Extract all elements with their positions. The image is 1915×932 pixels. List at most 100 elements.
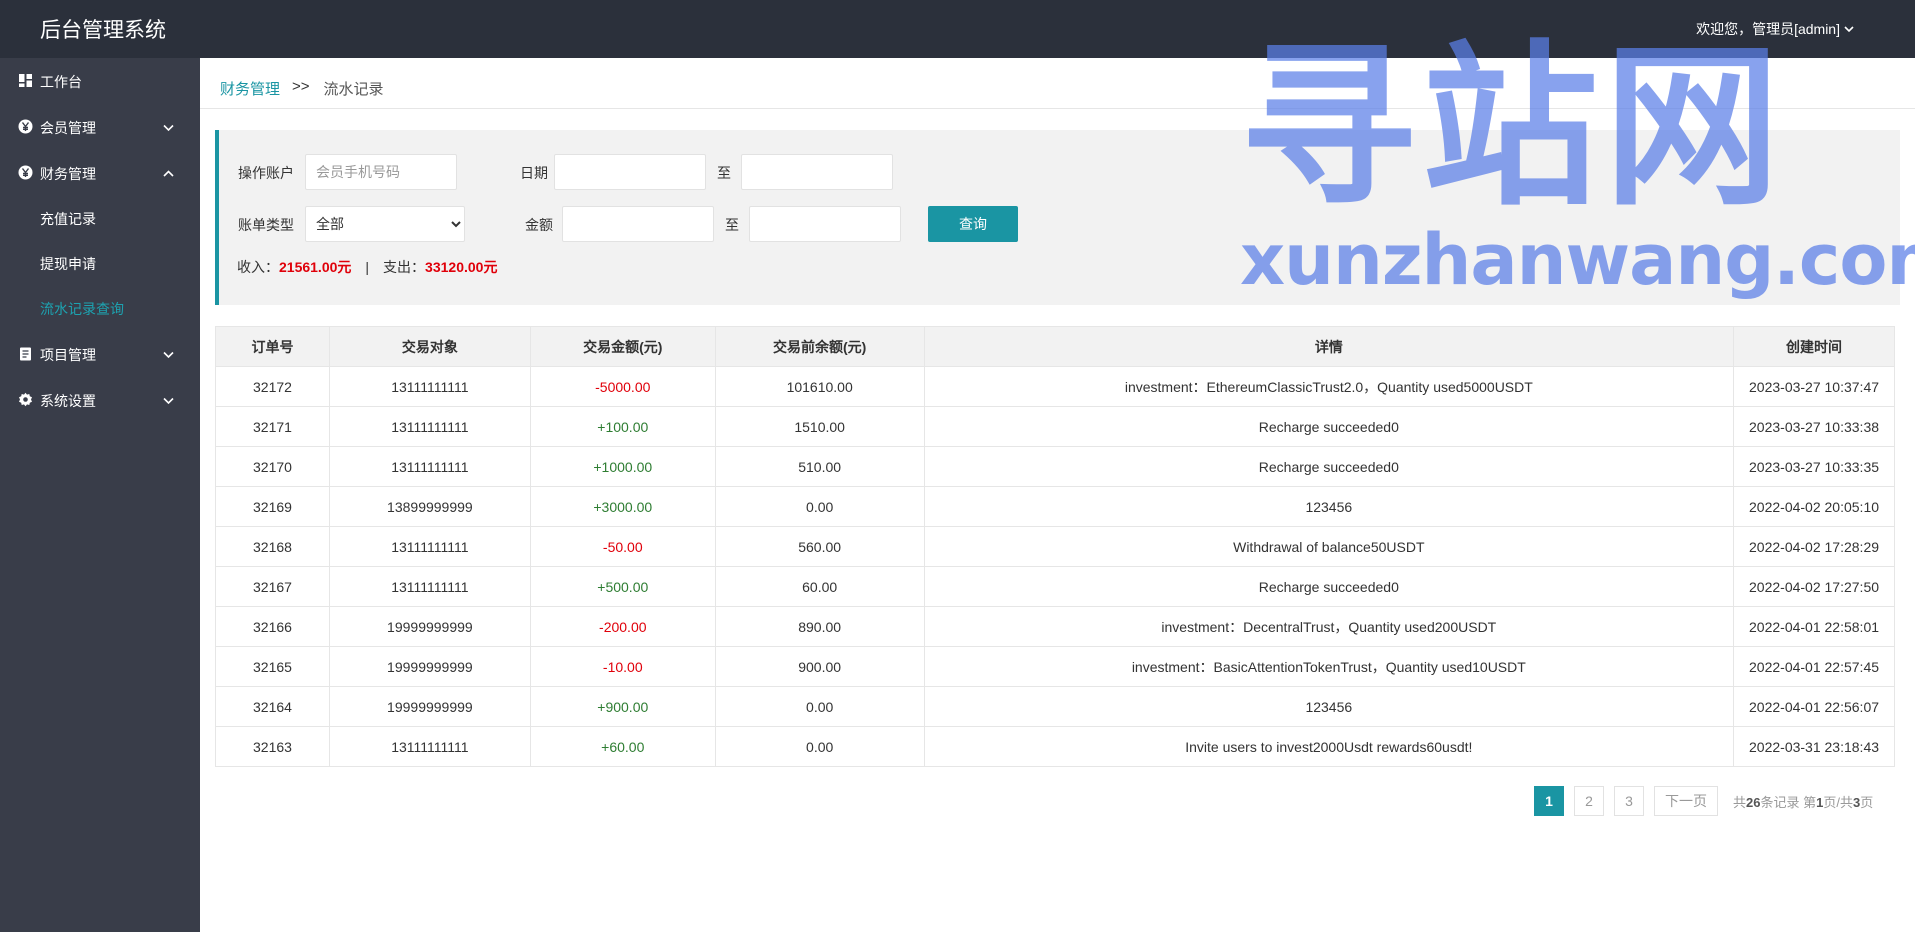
chevron-up-icon <box>163 170 174 177</box>
order-id-cell: 32169 <box>215 486 330 527</box>
bill-type-label: 账单类型 <box>238 217 294 233</box>
balance-before-cell: 60.00 <box>714 566 925 607</box>
order-id-cell: 32165 <box>215 646 330 687</box>
amount-max-input[interactable] <box>749 206 901 242</box>
transaction-table: 订单号 交易对象 交易金额(元) 交易前余额(元) 详情 创建时间 32172 1… <box>215 326 1895 767</box>
detail-cell: investment：BasicAttentionTokenTrust，Quan… <box>923 646 1735 687</box>
amount-label: 金额 <box>525 217 553 233</box>
table-row: 32171 13111111111 +100.00 1510.00 Recharge s… <box>215 406 1895 447</box>
balance-before-cell: 900.00 <box>714 646 925 687</box>
query-button[interactable]: 查询 <box>928 206 1018 242</box>
sidebar-item-projects[interactable]: 项目管理 <box>0 331 200 377</box>
sidebar-subitem-recharge-records[interactable]: 充值记录 <box>0 196 200 241</box>
created-time-cell: 2022-04-02 17:27:50 <box>1733 566 1895 607</box>
date-end-input[interactable] <box>741 154 893 190</box>
sidebar-item-label: 系统设置 <box>40 393 96 409</box>
expense-label: 支出： <box>383 259 426 275</box>
search-panel: 操作账户 日期 至 账单类型 全部 金额 至 查询 收入： 21561.00元 … <box>215 130 1900 305</box>
balance-before-cell: 101610.00 <box>714 366 925 407</box>
order-id-cell: 32172 <box>215 366 330 407</box>
target-cell: 13111111111 <box>328 526 531 567</box>
sidebar-item-label: 财务管理 <box>40 166 96 182</box>
detail-cell: Recharge succeeded0 <box>923 406 1735 447</box>
detail-cell: Invite users to invest2000Usdt rewards60… <box>923 726 1735 767</box>
balance-before-cell: 560.00 <box>714 526 925 567</box>
amount-min-input[interactable] <box>562 206 714 242</box>
breadcrumb-link-finance[interactable]: 财务管理 <box>220 78 280 99</box>
column-header-target: 交易对象 <box>328 326 531 367</box>
sidebar-item-members[interactable]: 会员管理 <box>0 104 200 150</box>
balance-before-cell: 0.00 <box>714 686 925 727</box>
sidebar-subitem-withdraw-requests[interactable]: 提现申请 <box>0 241 200 286</box>
created-time-cell: 2023-03-27 10:33:35 <box>1733 446 1895 487</box>
order-id-cell: 32164 <box>215 686 330 727</box>
top-bar: 后台管理系统 欢迎您，管理员[admin] <box>0 0 1915 58</box>
breadcrumb-current: 流水记录 <box>323 81 384 98</box>
column-header-created-time: 创建时间 <box>1733 326 1895 367</box>
amount-cell: +500.00 <box>529 566 716 607</box>
user-menu-label: 欢迎您，管理员[admin] <box>1696 21 1840 37</box>
created-time-cell: 2022-04-01 22:56:07 <box>1733 686 1895 727</box>
page-button[interactable]: 1 <box>1534 786 1564 816</box>
sidebar-item-finance[interactable]: 财务管理 <box>0 150 200 196</box>
table-row: 32167 13111111111 +500.00 60.00 Recharge suc… <box>215 566 1895 607</box>
detail-cell: Recharge succeeded0 <box>923 446 1735 487</box>
user-menu[interactable]: 欢迎您，管理员[admin] <box>1696 19 1855 39</box>
account-label: 操作账户 <box>238 165 294 181</box>
target-cell: 13111111111 <box>328 446 531 487</box>
target-cell: 13111111111 <box>328 366 531 407</box>
table-row: 32166 19999999999 -200.00 890.00 investment：… <box>215 606 1895 647</box>
detail-cell: 123456 <box>923 686 1735 727</box>
order-id-cell: 32170 <box>215 446 330 487</box>
balance-before-cell: 0.00 <box>714 486 925 527</box>
app-title: 后台管理系统 <box>40 19 166 42</box>
column-header-amount: 交易金额(元) <box>529 326 716 367</box>
bill-type-select[interactable]: 全部 <box>305 206 465 242</box>
pagination-info-prefix: 共 <box>1733 794 1747 810</box>
created-time-cell: 2023-03-27 10:37:47 <box>1733 366 1895 407</box>
table-header-row: 订单号 交易对象 交易金额(元) 交易前余额(元) 详情 创建时间 <box>215 326 1895 367</box>
balance-before-cell: 890.00 <box>714 606 925 647</box>
target-cell: 19999999999 <box>328 646 531 687</box>
pagination-info-suffix: 页 <box>1860 794 1874 810</box>
amount-cell: -200.00 <box>529 606 716 647</box>
column-header-order-id: 订单号 <box>215 326 330 367</box>
order-id-cell: 32166 <box>215 606 330 647</box>
order-id-cell: 32168 <box>215 526 330 567</box>
order-id-cell: 32163 <box>215 726 330 767</box>
detail-cell: investment：EthereumClassicTrust2.0，Quant… <box>923 366 1735 407</box>
sidebar-subitem-transaction-query[interactable]: 流水记录查询 <box>0 286 200 331</box>
sidebar-item-settings[interactable]: 系统设置 <box>0 377 200 423</box>
income-value: 21561.00元 <box>279 259 352 275</box>
summary: 收入： 21561.00元 | 支出： 33120.00元 <box>237 257 497 277</box>
table-row: 32169 13899999999 +3000.00 0.00 123456 2022-0… <box>215 486 1895 527</box>
account-input[interactable] <box>305 154 457 190</box>
gear-icon <box>19 392 32 407</box>
column-header-balance-before: 交易前余额(元) <box>714 326 925 367</box>
page-button[interactable]: 2 <box>1574 786 1604 816</box>
table-row: 32164 19999999999 +900.00 0.00 123456 2022-04… <box>215 686 1895 727</box>
sidebar-item-dashboard[interactable]: 工作台 <box>0 58 200 104</box>
chevron-down-icon <box>1844 26 1854 33</box>
clipboard-icon <box>20 347 31 361</box>
created-time-cell: 2022-04-02 17:28:29 <box>1733 526 1895 567</box>
total-records: 26 <box>1746 794 1761 810</box>
balance-before-cell: 510.00 <box>714 446 925 487</box>
amount-cell: +1000.00 <box>529 446 716 487</box>
table-row: 32168 13111111111 -50.00 560.00 Withdrawal o… <box>215 526 1895 567</box>
yen-circle-icon <box>18 119 33 134</box>
date-start-input[interactable] <box>554 154 706 190</box>
amount-cell: +3000.00 <box>529 486 716 527</box>
amount-cell: +60.00 <box>529 726 716 767</box>
table-row: 32170 13111111111 +1000.00 510.00 Recharge s… <box>215 446 1895 487</box>
created-time-cell: 2023-03-27 10:33:38 <box>1733 406 1895 447</box>
chevron-down-icon <box>163 351 174 359</box>
pagination-info-mid: 条记录 第 <box>1760 794 1817 810</box>
target-cell: 19999999999 <box>328 686 531 727</box>
next-page-button[interactable]: 下一页 <box>1654 786 1718 816</box>
table-row: 32165 19999999999 -10.00 900.00 investment：B… <box>215 646 1895 687</box>
sidebar-item-label: 项目管理 <box>40 347 96 363</box>
page-button[interactable]: 3 <box>1614 786 1644 816</box>
pagination-info: 共26条记录 第1页/共3页 <box>1733 792 1873 811</box>
target-cell: 13111111111 <box>328 566 531 607</box>
